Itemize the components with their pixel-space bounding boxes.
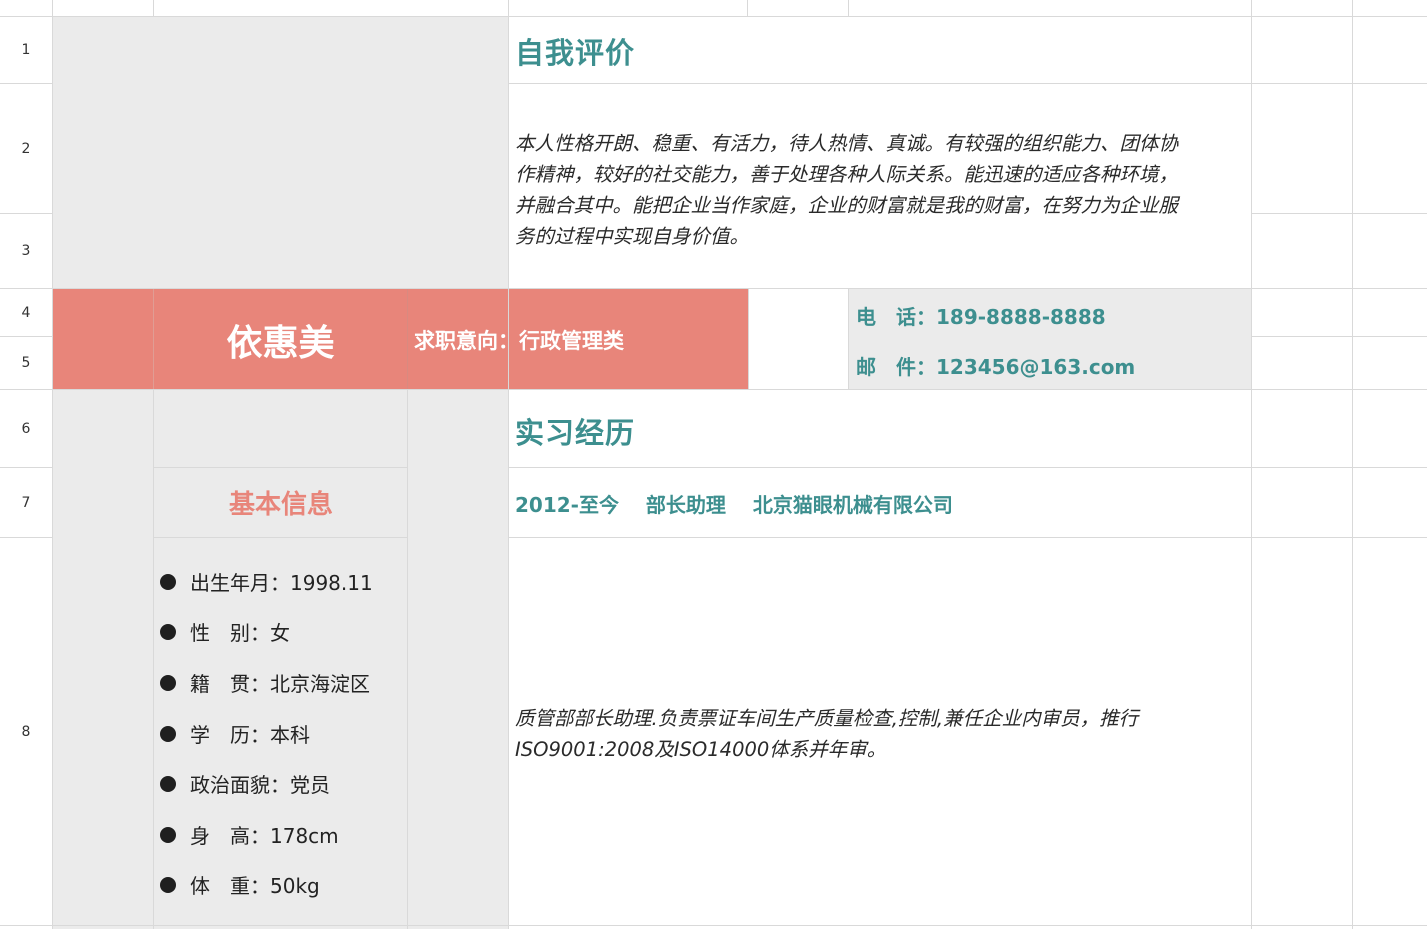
- bullet-icon: [160, 775, 176, 792]
- left-gray-strip: [53, 390, 154, 929]
- info-item-text: 籍 贯：北京海淀区: [190, 672, 370, 696]
- internship-entry[interactable]: 2012-至今 部长助理 北京猫眼机械有限公司: [515, 489, 953, 518]
- row-header-3[interactable]: 3: [0, 214, 52, 288]
- info-item-text: 出生年月：1998.11: [190, 571, 373, 595]
- self-eval-line: 并融合其中。能把企业当作家庭，企业的财富就是我的财富，在努力为企业服: [515, 194, 1179, 217]
- bullet-icon: [160, 674, 176, 691]
- info-item-political[interactable]: 政治面貌：党员: [160, 769, 330, 798]
- info-item-text: 性 别：女: [190, 621, 290, 645]
- bullet-icon: [160, 826, 176, 843]
- info-item-gender[interactable]: 性 别：女: [160, 617, 290, 646]
- row-header-7[interactable]: 7: [0, 468, 52, 537]
- email-field[interactable]: 邮 件：123456@163.com: [856, 351, 1135, 380]
- internship-desc-line: 质管部部长助理.负责票证车间生产质量检查,控制,兼任企业内审员，推行: [515, 707, 1139, 730]
- row-header-2[interactable]: 2: [0, 84, 52, 213]
- info-item-text: 身 高：178cm: [190, 824, 339, 848]
- middle-gray-strip: [408, 390, 509, 929]
- self-eval-title[interactable]: 自我评价: [515, 30, 635, 72]
- internship-description[interactable]: 质管部部长助理.负责票证车间生产质量检查,控制,兼任企业内审员，推行 ISO90…: [515, 703, 1250, 765]
- bullet-icon: [160, 573, 176, 590]
- left-gray-block-top: [53, 16, 509, 289]
- bullet-icon: [160, 876, 176, 893]
- row-header-6[interactable]: 6: [0, 390, 52, 467]
- basic-info-title[interactable]: 基本信息: [154, 468, 408, 537]
- self-eval-body[interactable]: 本人性格开朗、稳重、有活力，待人热情、真诚。有较强的组织能力、团体协 作精神，较…: [515, 128, 1250, 252]
- column-header-strip: [0, 0, 1427, 16]
- row-header-4[interactable]: 4: [0, 289, 52, 336]
- info-item-text: 学 历：本科: [190, 723, 310, 747]
- internship-desc-line: ISO9001:2008及ISO14000体系并年审。: [515, 738, 887, 761]
- row-header-8[interactable]: 8: [0, 538, 52, 925]
- bullet-icon: [160, 725, 176, 742]
- info-item-education[interactable]: 学 历：本科: [160, 719, 310, 748]
- internship-title[interactable]: 实习经历: [515, 410, 635, 452]
- info-item-height[interactable]: 身 高：178cm: [160, 820, 339, 849]
- info-item-text: 政治面貌：党员: [190, 773, 330, 797]
- info-item-hometown[interactable]: 籍 贯：北京海淀区: [160, 668, 370, 697]
- row-header-5[interactable]: 5: [0, 337, 52, 389]
- self-eval-line: 本人性格开朗、稳重、有活力，待人热情、真诚。有较强的组织能力、团体协: [515, 132, 1179, 155]
- self-eval-line: 务的过程中实现自身价值。: [515, 225, 750, 248]
- bullet-icon: [160, 623, 176, 640]
- info-item-weight[interactable]: 体 重：50kg: [160, 870, 320, 899]
- job-intent[interactable]: 求职意向：行政管理类: [414, 289, 624, 390]
- info-item-birth[interactable]: 出生年月：1998.11: [160, 567, 373, 596]
- self-eval-line: 作精神，较好的社交能力，善于处理各种人际关系。能迅速的适应各种环境，: [515, 163, 1179, 186]
- candidate-name[interactable]: 依惠美: [154, 289, 407, 390]
- row-header-1[interactable]: 1: [0, 17, 52, 83]
- info-item-text: 体 重：50kg: [190, 874, 320, 898]
- phone-field[interactable]: 电 话：189-8888-8888: [856, 301, 1106, 330]
